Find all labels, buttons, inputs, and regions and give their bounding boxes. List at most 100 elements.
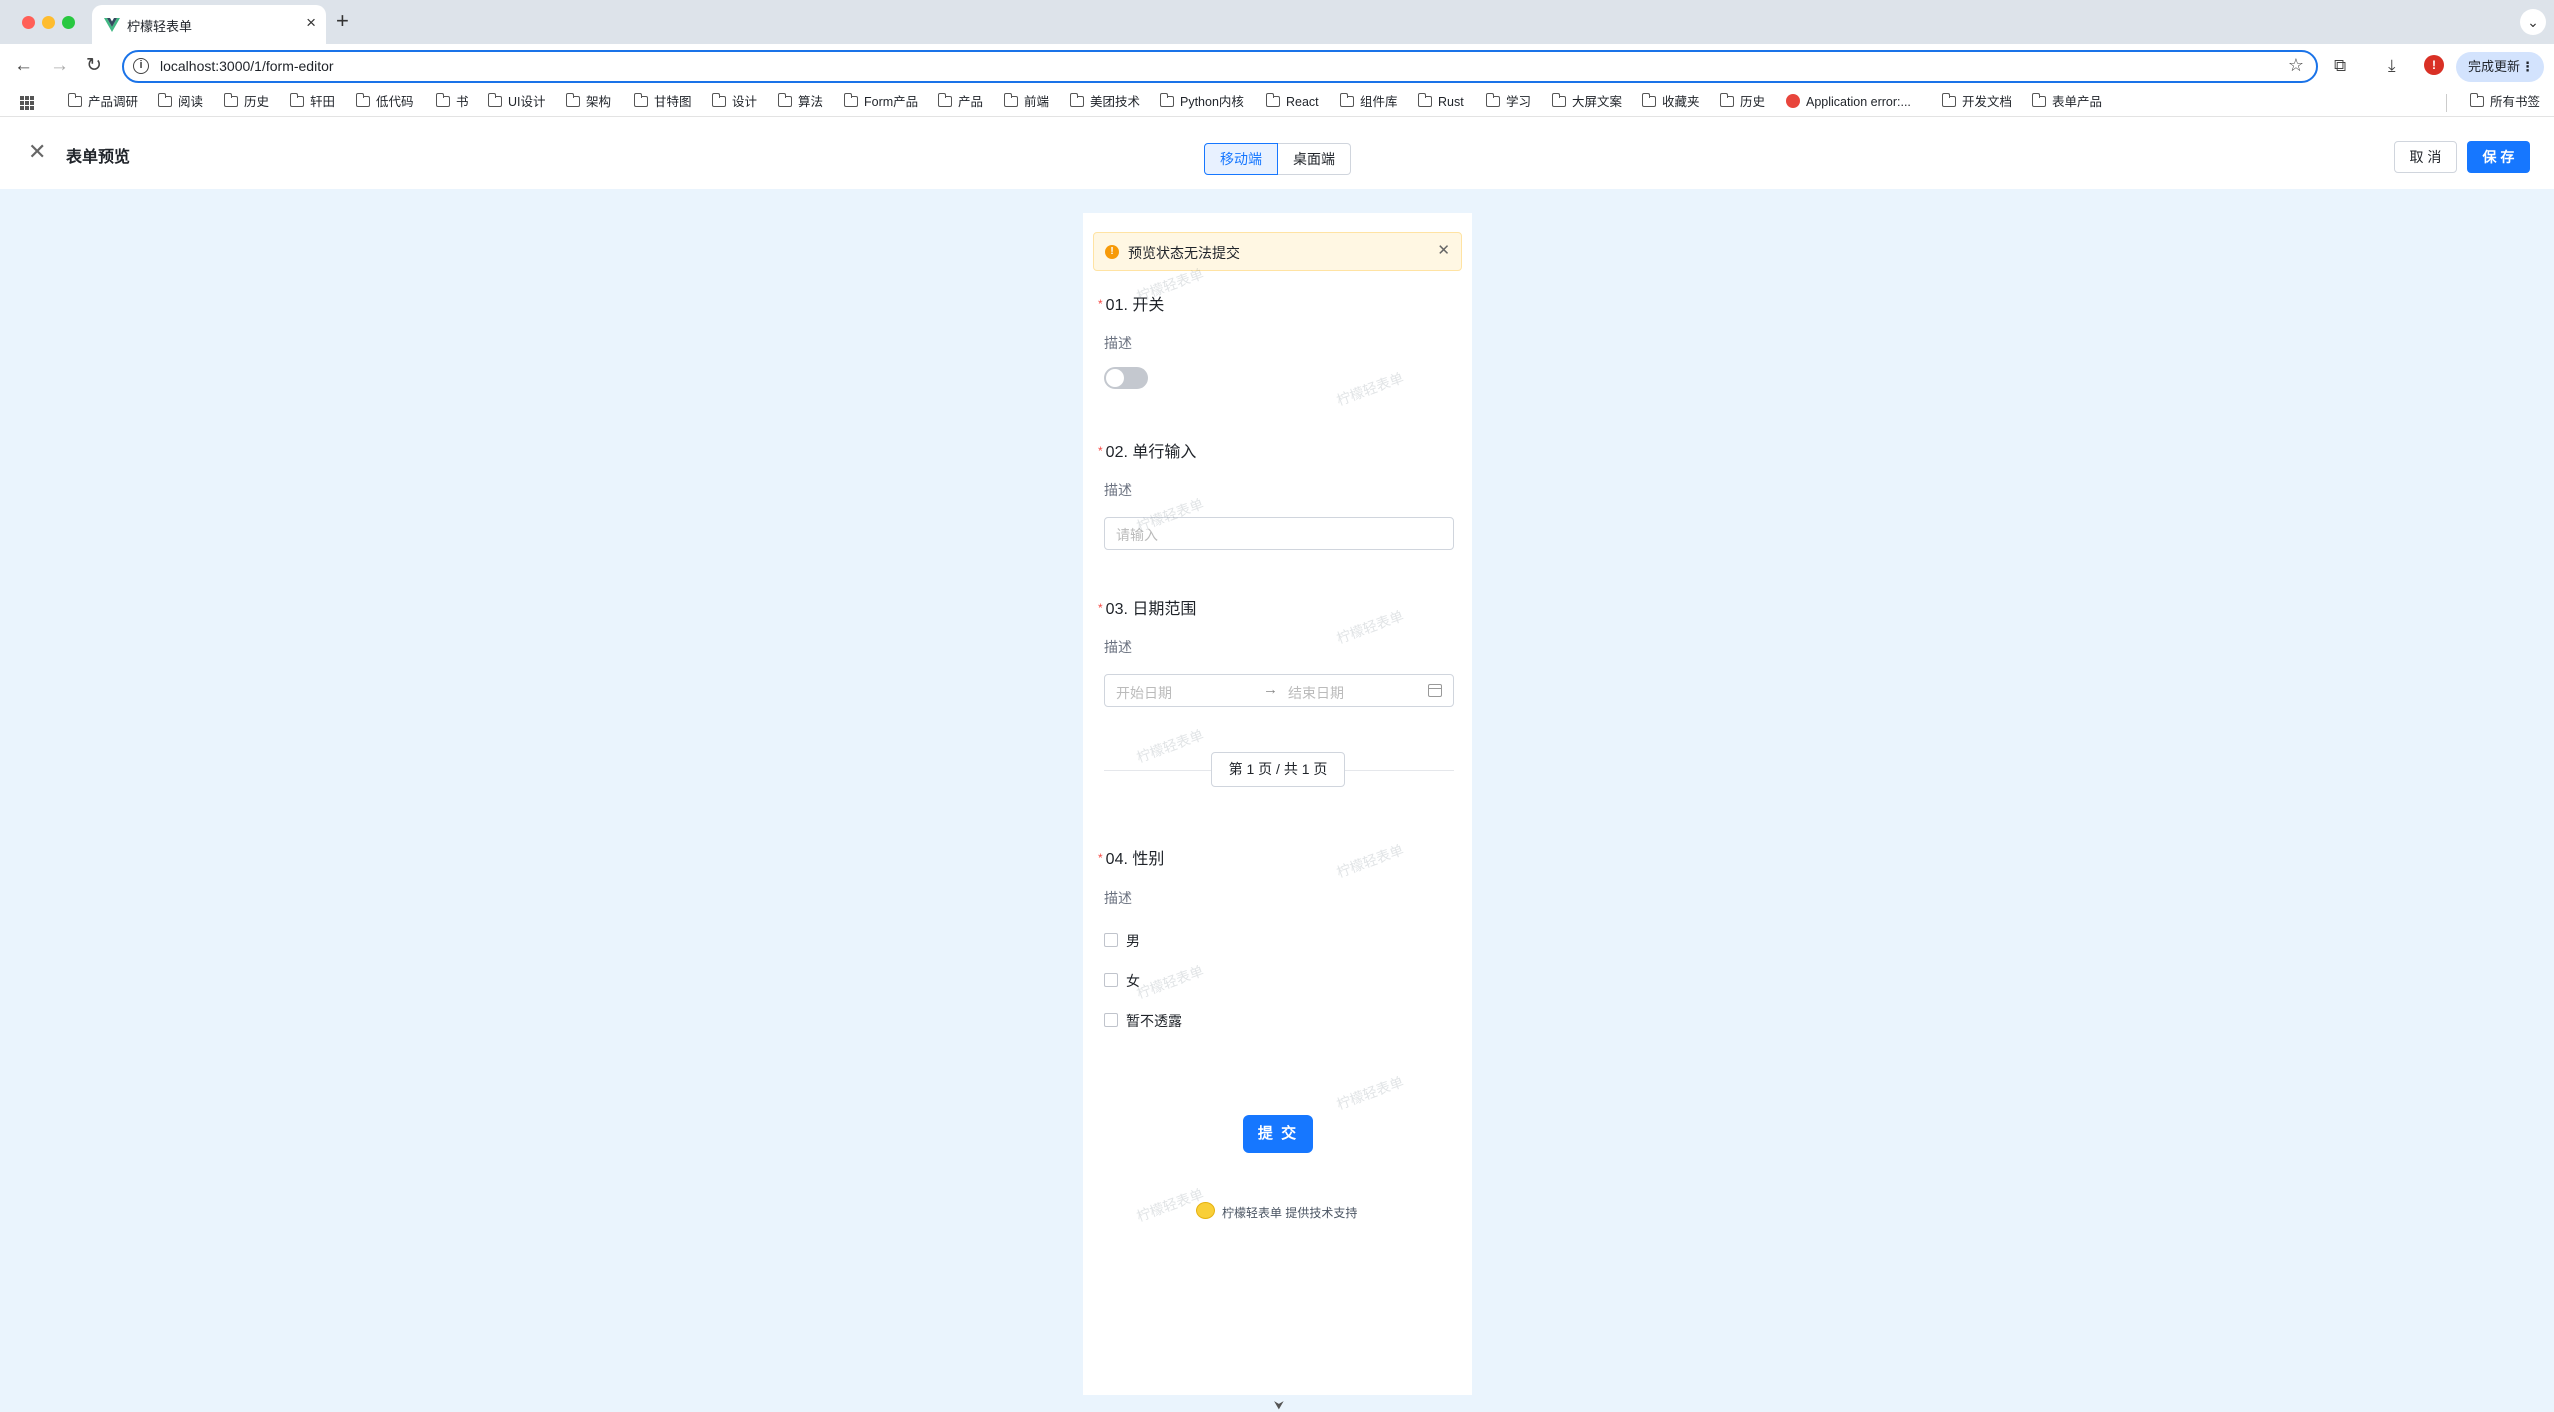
required-mark: * (1098, 297, 1103, 311)
calendar-icon[interactable] (1428, 684, 1442, 697)
question-description: 描述 (1104, 482, 1132, 498)
bookmark-item[interactable]: 算法 (777, 93, 823, 111)
folder-icon (633, 93, 648, 107)
bookmark-item[interactable]: 组件库 (1339, 93, 1398, 111)
folder-icon (1265, 93, 1280, 107)
bookmark-item[interactable]: 大屏文案 (1551, 93, 1622, 111)
folder-icon (1159, 93, 1174, 107)
folder-icon (2469, 93, 2484, 107)
required-mark: * (1098, 851, 1103, 865)
cancel-button[interactable]: 取 消 (2394, 141, 2457, 173)
device-mode-toggle: 移动端 桌面端 (1204, 143, 1351, 175)
tab-search-chevron-icon[interactable]: ⌄ (2520, 9, 2546, 35)
close-icon[interactable]: ✕ (28, 141, 46, 163)
site-info-icon[interactable]: i (133, 58, 149, 74)
folder-icon (67, 93, 82, 107)
mode-mobile-button[interactable]: 移动端 (1204, 143, 1278, 175)
folder-icon (1485, 93, 1500, 107)
update-label: 完成更新 (2468, 59, 2521, 74)
required-mark: * (1098, 444, 1103, 458)
question-description: 描述 (1104, 890, 1132, 906)
bookmark-star-icon[interactable]: ☆ (2288, 55, 2304, 76)
folder-icon (1551, 93, 1566, 107)
address-bar[interactable]: i localhost:3000/1/form-editor ☆ (122, 50, 2318, 83)
bookmark-item[interactable]: 学习 (1485, 93, 1531, 111)
bookmark-item[interactable]: 历史 (1719, 93, 1765, 111)
end-date-field[interactable]: 结束日期 (1288, 683, 1344, 703)
bookmark-item[interactable]: 产品 (937, 93, 983, 111)
preview-header: ✕ 表单预览 移动端 桌面端 取 消 保 存 (0, 117, 2554, 189)
checkbox[interactable] (1104, 933, 1118, 947)
lemon-logo-icon (1196, 1202, 1215, 1219)
preview-alert: ! 预览状态无法提交 ✕ (1093, 232, 1462, 271)
bookmark-item[interactable]: 美团技术 (1069, 93, 1140, 111)
folder-icon (711, 93, 726, 107)
folder-icon (435, 93, 450, 107)
error-site-icon (1786, 94, 1800, 108)
bookmark-item[interactable]: 产品调研 (67, 93, 138, 111)
forward-arrow-icon[interactable]: → (50, 54, 69, 78)
bookmark-item[interactable]: 设计 (711, 93, 757, 111)
alert-close-icon[interactable]: ✕ (1437, 242, 1450, 260)
bookmark-item[interactable]: React (1265, 93, 1319, 111)
bookmark-item[interactable]: 低代码 (355, 93, 414, 111)
save-button[interactable]: 保 存 (2467, 141, 2530, 173)
back-arrow-icon[interactable]: ← (14, 54, 33, 78)
alert-message: 预览状态无法提交 (1128, 245, 1240, 261)
checkbox[interactable] (1104, 1013, 1118, 1027)
bookmark-item[interactable]: 书 (435, 93, 469, 111)
bookmark-item[interactable]: 轩田 (289, 93, 335, 111)
checkbox[interactable] (1104, 973, 1118, 987)
profile-alert-icon[interactable]: ! (2424, 55, 2444, 75)
start-date-field[interactable]: 开始日期 (1116, 683, 1172, 703)
toggle-switch[interactable] (1104, 367, 1148, 389)
warning-icon: ! (1105, 245, 1119, 259)
watermark: 柠檬轻表单 (1134, 726, 1206, 766)
download-icon[interactable]: ⤓ (2388, 54, 2396, 78)
bookmark-item[interactable]: 历史 (223, 93, 269, 111)
submit-button[interactable]: 提 交 (1243, 1115, 1313, 1153)
bookmarks-bar: 产品调研 阅读 历史 轩田 低代码 书 UI设计 架构 甘特图 设计 算法 Fo… (0, 89, 2554, 117)
bookmark-item[interactable]: Application error:... (1786, 93, 1911, 111)
bookmark-item[interactable]: 开发文档 (1941, 93, 2012, 111)
url-text[interactable]: localhost:3000/1/form-editor (160, 58, 334, 74)
option-label: 男 (1126, 933, 1140, 949)
bookmark-separator (2446, 94, 2447, 112)
bookmark-item[interactable]: Form产品 (843, 93, 918, 111)
window-minimize-button[interactable] (42, 16, 55, 29)
page-indicator: 第 1 页 / 共 1 页 (1211, 752, 1345, 787)
bookmark-item[interactable]: 前端 (1003, 93, 1049, 111)
menu-dots-icon: ⋮ (2521, 59, 2534, 74)
bookmark-item[interactable]: Python内核 (1159, 93, 1244, 111)
extensions-puzzle-icon[interactable]: ⧉ (2334, 54, 2346, 78)
tab-close-icon[interactable]: × (306, 13, 316, 33)
bookmark-item[interactable]: UI设计 (487, 93, 546, 111)
mode-desktop-button[interactable]: 桌面端 (1278, 143, 1351, 175)
watermark: 柠檬轻表单 (1334, 607, 1406, 647)
text-input[interactable]: 请输入 (1104, 517, 1454, 550)
footer-text: 柠檬轻表单 提供技术支持 (1222, 1206, 1358, 1220)
all-bookmarks[interactable]: 所有书签 (2469, 93, 2540, 111)
folder-icon (1941, 93, 1956, 107)
update-button[interactable]: 完成更新 ⋮ (2456, 52, 2544, 82)
option-label: 女 (1126, 973, 1140, 989)
window-close-button[interactable] (22, 16, 35, 29)
bookmark-item[interactable]: 阅读 (157, 93, 203, 111)
question-title: * 04. 性别 (1098, 851, 1165, 868)
bookmark-item[interactable]: 甘特图 (633, 93, 692, 111)
window-maximize-button[interactable] (62, 16, 75, 29)
question-description: 描述 (1104, 639, 1132, 655)
new-tab-icon[interactable]: + (336, 8, 349, 34)
reload-icon[interactable]: ↻ (86, 54, 102, 78)
switch-knob (1106, 369, 1124, 387)
bookmark-item[interactable]: 表单产品 (2031, 93, 2102, 111)
scroll-down-icon[interactable]: ⮟ (1270, 1399, 1288, 1411)
date-range-picker[interactable]: 开始日期 → 结束日期 (1104, 674, 1454, 707)
apps-grid-icon[interactable] (20, 96, 34, 110)
bookmark-item[interactable]: Rust (1417, 93, 1464, 111)
watermark: 柠檬轻表单 (1334, 841, 1406, 881)
bookmark-item[interactable]: 架构 (565, 93, 611, 111)
folder-icon (355, 93, 370, 107)
bookmark-item[interactable]: 收藏夹 (1641, 93, 1700, 111)
browser-tab[interactable]: 柠檬轻表单 × (92, 5, 326, 44)
